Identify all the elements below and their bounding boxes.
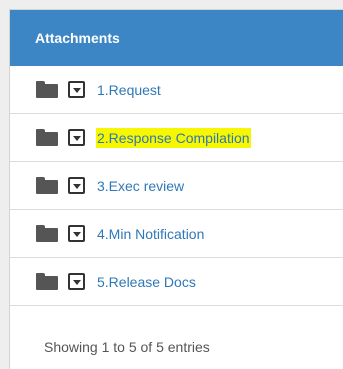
table-info: Showing 1 to 5 of 5 entries — [10, 306, 343, 365]
dropdown-toggle-icon[interactable] — [68, 129, 85, 146]
attachment-row: 4.Min Notification — [10, 210, 343, 258]
folder-icon[interactable] — [36, 177, 58, 194]
folder-icon[interactable] — [36, 225, 58, 242]
folder-icon[interactable] — [36, 129, 58, 146]
folder-icon[interactable] — [36, 273, 58, 290]
dropdown-toggle-icon[interactable] — [68, 225, 85, 242]
panel-title: Attachments — [35, 30, 120, 46]
dropdown-toggle-icon[interactable] — [68, 273, 85, 290]
attachment-link[interactable]: 3.Exec review — [96, 176, 185, 196]
attachment-row: 2.Response Compilation — [10, 114, 343, 162]
attachment-link[interactable]: 2.Response Compilation — [96, 127, 251, 148]
panel-header: Attachments — [10, 10, 343, 66]
attachment-link[interactable]: 4.Min Notification — [96, 224, 205, 244]
entries-info-text: Showing 1 to 5 of 5 entries — [44, 339, 210, 355]
attachment-row: 5.Release Docs — [10, 258, 343, 306]
dropdown-toggle-icon[interactable] — [68, 81, 85, 98]
folder-icon[interactable] — [36, 81, 58, 98]
attachment-row: 1.Request — [10, 66, 343, 114]
attachment-row: 3.Exec review — [10, 162, 343, 210]
attachment-link[interactable]: 5.Release Docs — [96, 272, 197, 292]
attachments-panel: Attachments 1.Request 2.Response Compila… — [9, 9, 343, 369]
attachment-link[interactable]: 1.Request — [96, 80, 162, 100]
dropdown-toggle-icon[interactable] — [68, 177, 85, 194]
